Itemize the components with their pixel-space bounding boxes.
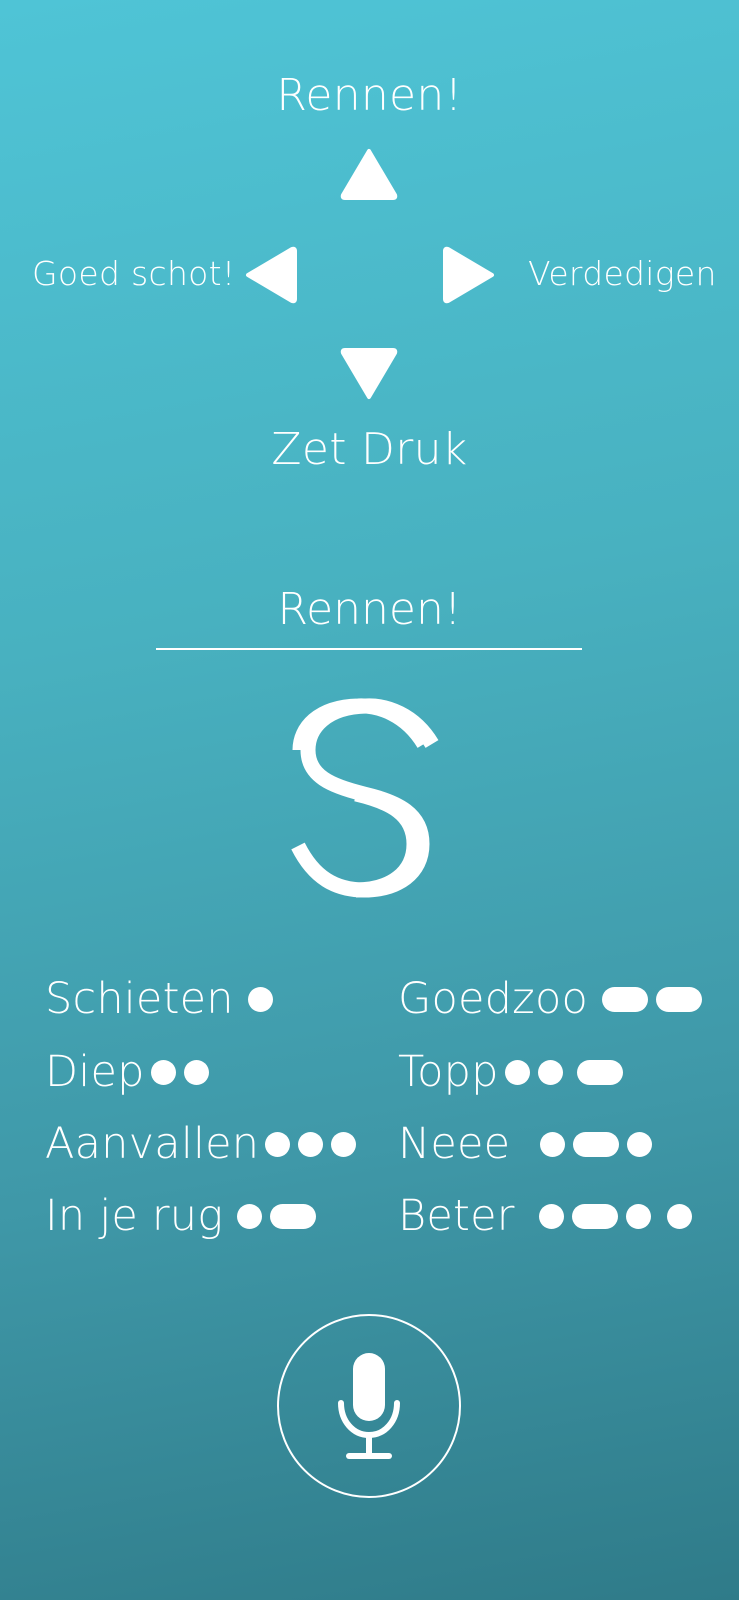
legend-label: Schieten	[45, 974, 234, 1024]
divider	[156, 648, 582, 650]
command-label-right: Verdedigen	[528, 254, 717, 293]
morse-dot-icon	[666, 1203, 692, 1229]
morse-code	[247, 986, 273, 1012]
legend-item-aanvallen: Aanvallen	[45, 1116, 357, 1172]
legend-item-beter: Beter	[398, 1188, 692, 1244]
legend-item-schieten: Schieten	[45, 971, 273, 1027]
legend-item-goedzoo: Goedzoo	[398, 971, 702, 1027]
morse-dash-icon	[571, 1203, 618, 1229]
legend-label: Aanvallen	[45, 1119, 260, 1169]
legend-item-neee: Neee	[398, 1116, 653, 1172]
microphone-button[interactable]	[277, 1314, 461, 1498]
morse-code	[237, 1203, 317, 1229]
morse-dot-icon	[237, 1203, 263, 1229]
morse-dash-icon	[576, 1059, 623, 1085]
legend-label: Diep	[45, 1047, 145, 1097]
microphone-icon	[338, 1353, 400, 1459]
current-command: Rennen!	[277, 584, 462, 635]
morse-dot-icon	[538, 1203, 564, 1229]
arrow-left-icon[interactable]	[243, 244, 299, 306]
command-label-down: Zet Druk	[271, 424, 468, 475]
morse-dot-icon	[247, 986, 273, 1012]
morse-code	[150, 1059, 209, 1085]
legend-label: In je rug	[45, 1191, 224, 1241]
morse-dot-icon	[627, 1131, 653, 1157]
morse-code	[540, 1131, 653, 1157]
double-s-logo-icon	[286, 698, 456, 902]
legend-item-in-je-rug: In je rug	[45, 1188, 317, 1244]
morse-dot-icon	[150, 1059, 176, 1085]
morse-dash-icon	[270, 1203, 317, 1229]
legend-label: Topp	[398, 1047, 499, 1097]
morse-dash-icon	[655, 986, 702, 1012]
morse-dot-icon	[265, 1131, 291, 1157]
arrow-right-icon[interactable]	[441, 244, 497, 306]
morse-dot-icon	[331, 1131, 357, 1157]
command-label-left: Goed schot!	[32, 254, 236, 293]
morse-code	[504, 1059, 623, 1085]
morse-dot-icon	[504, 1059, 530, 1085]
morse-dot-icon	[298, 1131, 324, 1157]
morse-dot-icon	[183, 1059, 209, 1085]
morse-code	[265, 1131, 357, 1157]
morse-dot-icon	[537, 1059, 563, 1085]
morse-dot-icon	[540, 1131, 566, 1157]
morse-dash-icon	[601, 986, 648, 1012]
command-label-up: Rennen!	[276, 70, 463, 121]
legend-label: Beter	[398, 1191, 515, 1241]
legend-item-topp: Topp	[398, 1044, 623, 1100]
morse-code	[601, 986, 702, 1012]
legend-label: Neee	[398, 1119, 511, 1169]
morse-dot-icon	[625, 1203, 651, 1229]
arrow-up-icon[interactable]	[338, 146, 400, 202]
morse-dash-icon	[573, 1131, 620, 1157]
legend-label: Goedzoo	[398, 974, 588, 1024]
morse-code	[538, 1203, 692, 1229]
arrow-down-icon[interactable]	[338, 346, 400, 402]
legend-item-diep: Diep	[45, 1044, 209, 1100]
